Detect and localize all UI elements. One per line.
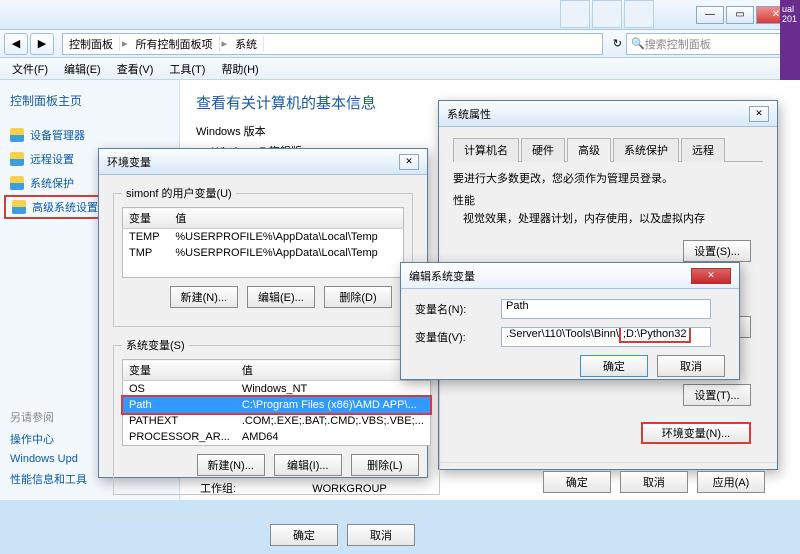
close-icon[interactable]: ✕ <box>691 268 731 284</box>
ok-button[interactable]: 确定 <box>543 471 611 493</box>
sidebar-label: 远程设置 <box>30 151 74 167</box>
vs-sidebar: ual201 <box>780 0 800 80</box>
env-vars-button[interactable]: 环境变量(N)... <box>641 422 751 444</box>
breadcrumb[interactable]: 控制面板▸ 所有控制面板项▸ 系统 <box>62 33 603 55</box>
col-val[interactable]: 值 <box>169 208 403 229</box>
perf-heading: 性能 <box>453 192 763 208</box>
env-vars-dialog: 环境变量 ✕ simonf 的用户变量(U) 变量值 TEMP%USERPROF… <box>98 148 428 478</box>
menu-help[interactable]: 帮助(H) <box>215 59 264 79</box>
menubar: 文件(F) 编辑(E) 查看(V) 工具(T) 帮助(H) <box>0 58 800 80</box>
breadcrumb-item[interactable]: 所有控制面板项 <box>130 36 220 52</box>
back-button[interactable]: ◀ <box>4 33 28 55</box>
ok-button[interactable]: 确定 <box>270 524 338 546</box>
tab-hardware[interactable]: 硬件 <box>521 138 565 162</box>
edit-button[interactable]: 编辑(E)... <box>247 286 315 308</box>
dialog-title: 环境变量 <box>107 154 151 170</box>
minimize-button[interactable]: — <box>696 6 724 24</box>
user-vars-legend: simonf 的用户变量(U) <box>122 185 236 201</box>
sidebar-label: 设备管理器 <box>30 127 85 143</box>
table-row[interactable]: OSWindows_NT <box>123 381 431 398</box>
settings-t-button[interactable]: 设置(T)... <box>683 384 751 406</box>
forward-button[interactable]: ▶ <box>30 33 54 55</box>
col-var[interactable]: 变量 <box>123 208 170 229</box>
window-titlebar: — ▭ ✕ <box>0 0 800 30</box>
breadcrumb-item[interactable]: 系统 <box>229 36 264 52</box>
col-var[interactable]: 变量 <box>123 360 236 381</box>
sidebar-label: 系统保护 <box>30 175 74 191</box>
var-name-input[interactable]: Path <box>501 299 711 319</box>
shield-icon <box>10 152 24 166</box>
sidebar-label: 高级系统设置 <box>32 199 98 215</box>
refresh-icon[interactable]: ↻ <box>613 37 622 50</box>
dialog-title: 系统属性 <box>447 106 491 122</box>
ok-button[interactable]: 确定 <box>580 355 648 377</box>
close-icon[interactable]: ✕ <box>399 154 419 170</box>
nav-bar: ◀ ▶ 控制面板▸ 所有控制面板项▸ 系统 ↻ 🔍 搜索控制面板 <box>0 30 800 58</box>
see-also: 另请参阅 操作中心 Windows Upd 性能信息和工具 <box>10 406 87 490</box>
perf-desc: 视觉效果，处理器计划，内存使用，以及虚拟内存 <box>453 210 763 226</box>
shield-icon <box>12 200 26 214</box>
menu-file[interactable]: 文件(F) <box>6 59 54 79</box>
see-also-link[interactable]: 操作中心 <box>10 428 87 450</box>
see-also-link[interactable]: 性能信息和工具 <box>10 468 87 490</box>
delete-l-button[interactable]: 删除(L) <box>351 454 419 476</box>
taskbar-thumbs <box>560 0 654 28</box>
dialog-title: 编辑系统变量 <box>409 268 475 284</box>
menu-view[interactable]: 查看(V) <box>111 59 160 79</box>
new-button[interactable]: 新建(N)... <box>170 286 238 308</box>
sys-vars-group: 系统变量(S) 变量值 OSWindows_NT PathC:\Program … <box>113 337 440 495</box>
settings-button[interactable]: 设置(S)... <box>683 240 751 262</box>
close-icon[interactable]: ✕ <box>749 106 769 122</box>
var-value-input[interactable]: .Server\110\Tools\Binn\;D:\Python32 <box>501 327 711 347</box>
sys-vars-table[interactable]: 变量值 OSWindows_NT PathC:\Program Files (x… <box>122 359 431 446</box>
tab-advanced[interactable]: 高级 <box>567 138 611 162</box>
breadcrumb-item[interactable]: 控制面板 <box>63 36 120 52</box>
dialog-titlebar[interactable]: 编辑系统变量 ✕ <box>401 263 739 289</box>
tab-protection[interactable]: 系统保护 <box>613 138 679 162</box>
tab-computer-name[interactable]: 计算机名 <box>453 138 519 162</box>
shield-icon <box>10 176 24 190</box>
tab-remote[interactable]: 远程 <box>681 138 725 162</box>
user-vars-group: simonf 的用户变量(U) 变量值 TEMP%USERPROFILE%\Ap… <box>113 185 413 327</box>
cancel-button[interactable]: 取消 <box>347 524 415 546</box>
table-row[interactable]: PATHEXT.COM;.EXE;.BAT;.CMD;.VBS;.VBE;... <box>123 413 431 429</box>
var-value-label: 变量值(V): <box>415 329 501 345</box>
sys-vars-legend: 系统变量(S) <box>122 337 189 353</box>
value-appended: ;D:\Python32 <box>619 327 691 343</box>
var-name-label: 变量名(N): <box>415 301 501 317</box>
cancel-button[interactable]: 取消 <box>657 355 725 377</box>
edit-i-button[interactable]: 编辑(I)... <box>274 454 342 476</box>
maximize-button[interactable]: ▭ <box>726 6 754 24</box>
value-text: .Server\110\Tools\Binn\ <box>506 328 619 340</box>
edit-var-dialog: 编辑系统变量 ✕ 变量名(N): Path 变量值(V): .Server\11… <box>400 262 740 380</box>
table-row-path[interactable]: PathC:\Program Files (x86)\AMD APP\... <box>123 397 431 413</box>
sidebar-heading[interactable]: 控制面板主页 <box>0 88 179 113</box>
user-vars-table[interactable]: 变量值 TEMP%USERPROFILE%\AppData\Local\Temp… <box>122 207 404 278</box>
dialog-titlebar[interactable]: 系统属性 ✕ <box>439 101 777 127</box>
see-also-link[interactable]: Windows Upd <box>10 450 87 468</box>
menu-tools[interactable]: 工具(T) <box>163 59 211 79</box>
menu-edit[interactable]: 编辑(E) <box>58 59 107 79</box>
sidebar-item-device-mgr[interactable]: 设备管理器 <box>0 123 179 147</box>
see-also-heading: 另请参阅 <box>10 406 87 428</box>
search-input[interactable]: 🔍 搜索控制面板 <box>626 33 796 55</box>
table-row[interactable]: TEMP%USERPROFILE%\AppData\Local\Temp <box>123 229 404 246</box>
table-row[interactable]: PROCESSOR_AR...AMD64 <box>123 429 431 446</box>
table-row[interactable]: TMP%USERPROFILE%\AppData\Local\Temp <box>123 245 404 261</box>
tab-strip: 计算机名 硬件 高级 系统保护 远程 <box>453 137 763 162</box>
search-placeholder: 搜索控制面板 <box>645 36 711 52</box>
new-button[interactable]: 新建(N)... <box>197 454 265 476</box>
delete-button[interactable]: 删除(D) <box>324 286 392 308</box>
apply-button[interactable]: 应用(A) <box>697 471 765 493</box>
dialog-titlebar[interactable]: 环境变量 ✕ <box>99 149 427 175</box>
cancel-button[interactable]: 取消 <box>620 471 688 493</box>
shield-icon <box>10 128 24 142</box>
admin-note: 要进行大多数更改，您必须作为管理员登录。 <box>453 170 763 186</box>
